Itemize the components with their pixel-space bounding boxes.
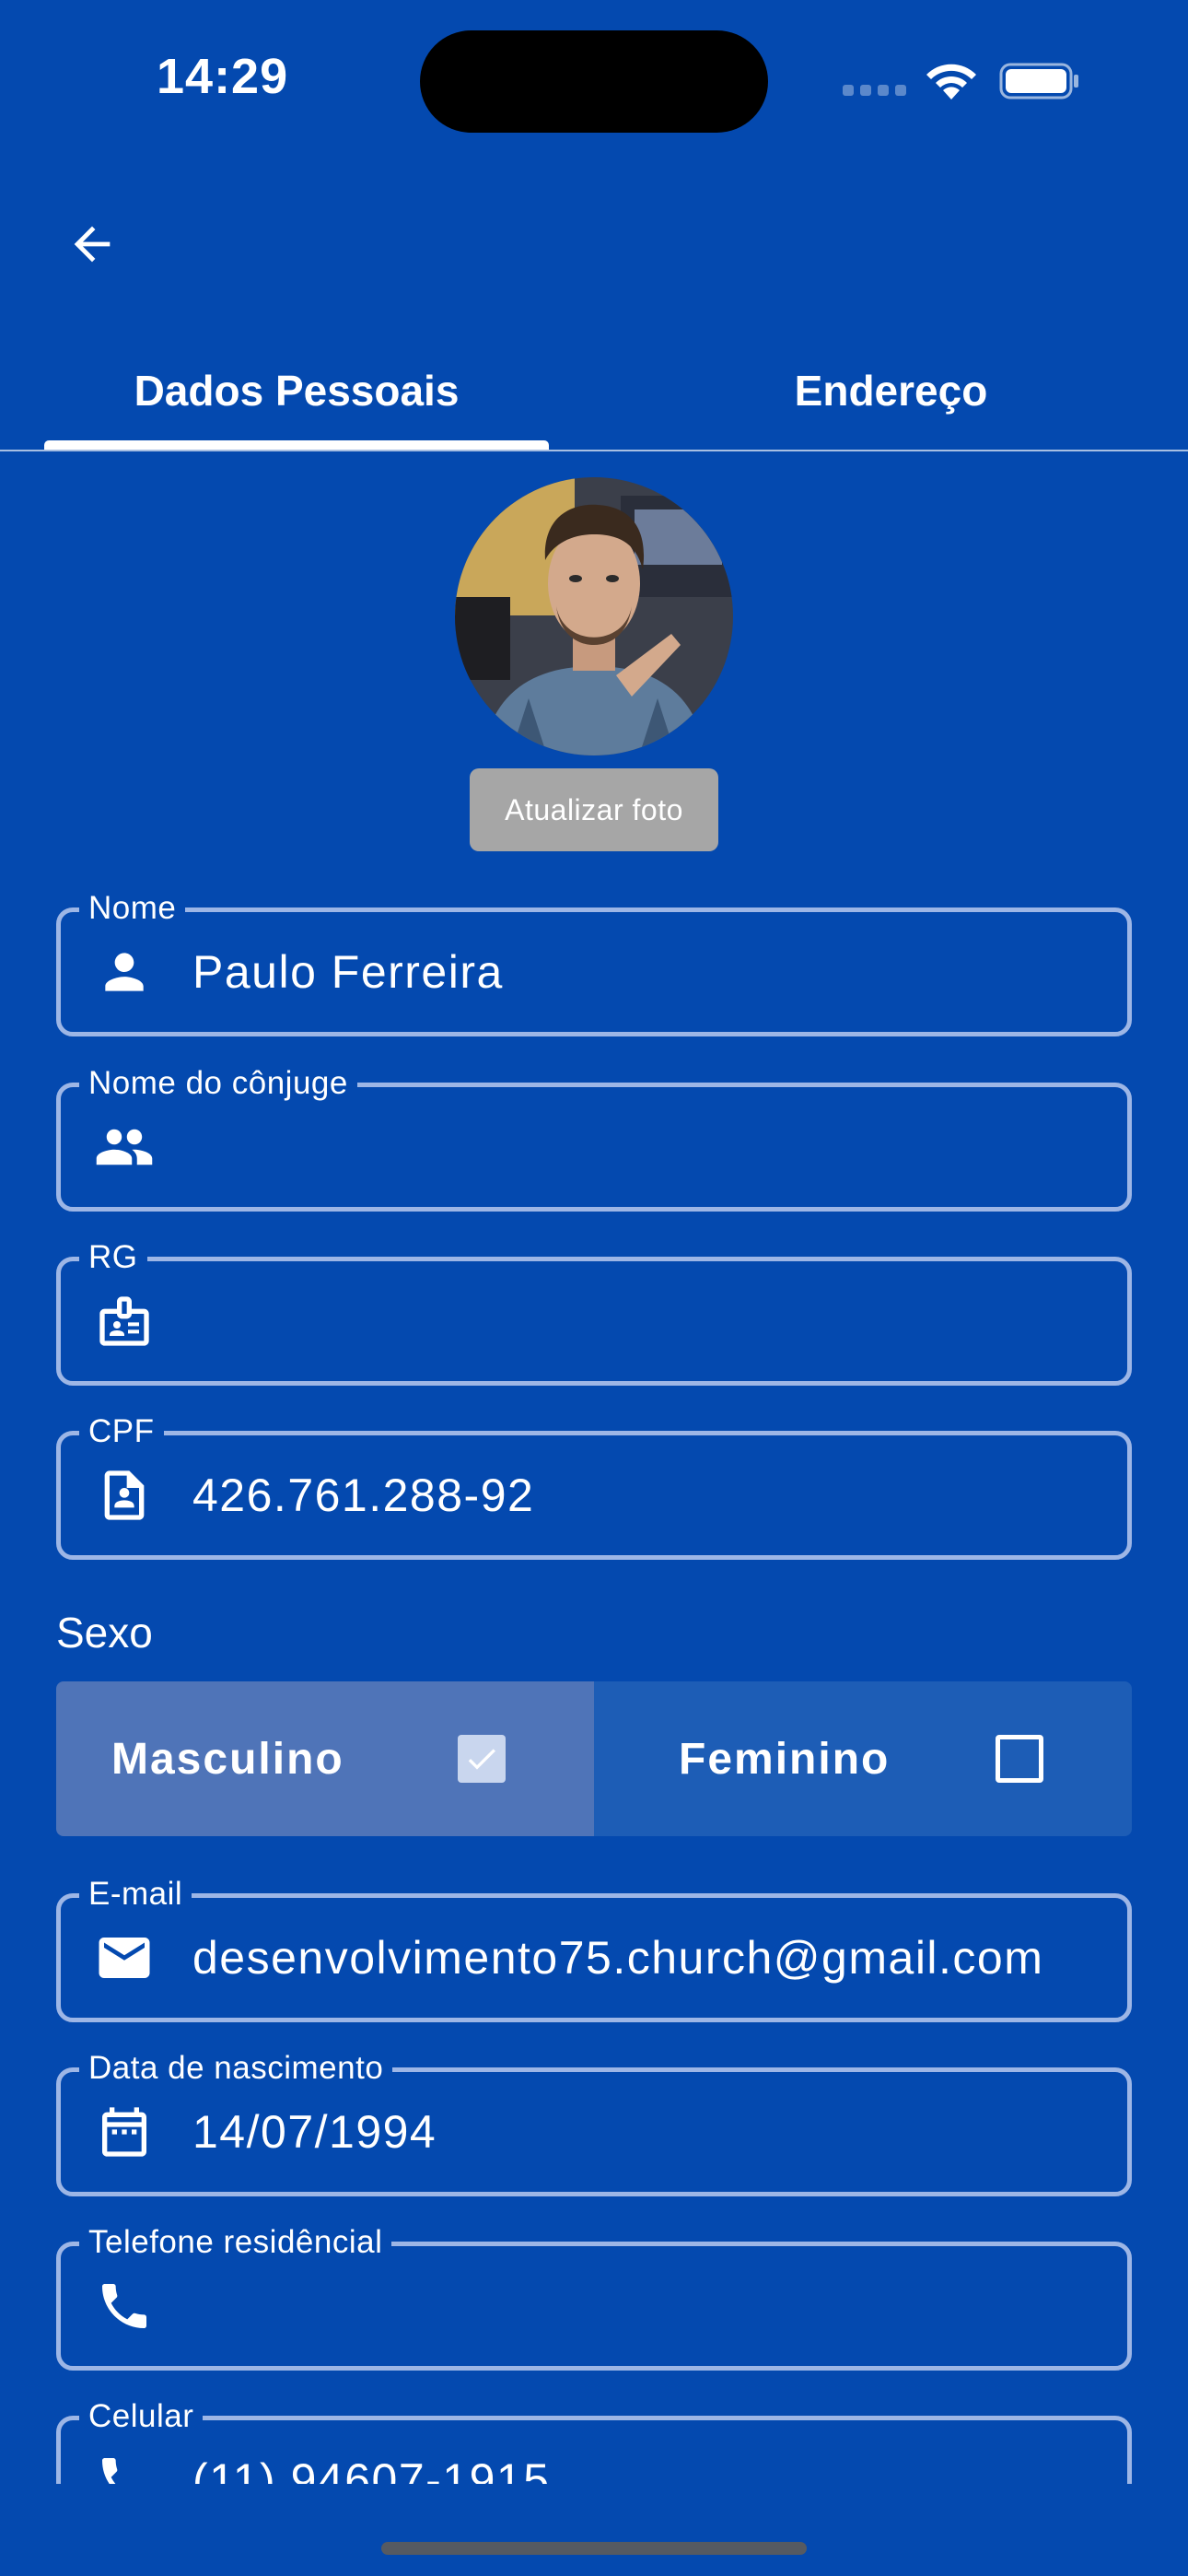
cpf-label: CPF xyxy=(79,1411,164,1452)
people-icon xyxy=(94,1117,155,1177)
tab-indicator xyxy=(44,440,549,450)
celular-field[interactable]: Celular (11) 94607-1915 xyxy=(56,2396,1132,2484)
masculino-checkbox[interactable] xyxy=(458,1735,506,1783)
conjuge-field[interactable]: Nome do cônjuge xyxy=(56,1063,1132,1212)
document-person-icon xyxy=(94,1465,155,1526)
update-photo-button[interactable]: Atualizar foto xyxy=(470,768,718,851)
wifi-icon xyxy=(926,64,976,100)
person-icon xyxy=(94,942,155,1002)
sexo-option-masculino[interactable]: Masculino xyxy=(56,1681,594,1836)
sexo-label: Sexo xyxy=(56,1609,153,1657)
rg-field[interactable]: RG xyxy=(56,1237,1132,1386)
mail-icon xyxy=(94,1927,155,1988)
phone-icon xyxy=(94,2450,155,2484)
masculino-label: Masculino xyxy=(111,1734,344,1784)
cpf-field[interactable]: CPF 426.761.288-92 xyxy=(56,1411,1132,1560)
rg-label: RG xyxy=(79,1237,147,1278)
sexo-selector: Masculino Feminino xyxy=(56,1681,1132,1836)
telefone-label: Telefone residêncial xyxy=(79,2222,392,2263)
email-value: desenvolvimento75.church@gmail.com xyxy=(192,1932,1044,1984)
telefone-field[interactable]: Telefone residêncial xyxy=(56,2222,1132,2371)
tab-dados-pessoais[interactable]: Dados Pessoais xyxy=(44,332,549,450)
id-badge-icon xyxy=(94,1291,155,1352)
profile-avatar[interactable] xyxy=(455,477,733,755)
feminino-label: Feminino xyxy=(679,1734,891,1784)
arrow-back-icon xyxy=(74,226,111,263)
celular-label: Celular xyxy=(79,2396,204,2437)
nome-field[interactable]: Nome Paulo Ferreira xyxy=(56,888,1132,1036)
sexo-option-feminino[interactable]: Feminino xyxy=(594,1681,1132,1836)
battery-icon xyxy=(999,63,1078,100)
celular-value: (11) 94607-1915 xyxy=(192,2454,551,2484)
scroll-clip: Celular (11) 94607-1915 xyxy=(0,2395,1188,2484)
nome-value: Paulo Ferreira xyxy=(192,946,504,998)
nome-label: Nome xyxy=(79,888,186,929)
feminino-checkbox[interactable] xyxy=(996,1735,1043,1783)
nascimento-field[interactable]: Data de nascimento 14/07/1994 xyxy=(56,2048,1132,2196)
conjuge-label: Nome do cônjuge xyxy=(79,1063,357,1104)
nascimento-value: 14/07/1994 xyxy=(192,2106,437,2158)
tab-endereco[interactable]: Endereço xyxy=(635,332,1147,450)
tab-bar: Dados Pessoais Endereço xyxy=(0,332,1188,451)
calendar-icon xyxy=(94,2102,155,2162)
home-indicator[interactable] xyxy=(381,2542,807,2555)
profile-photo xyxy=(455,477,733,755)
phone-icon xyxy=(94,2276,155,2336)
email-label: E-mail xyxy=(79,1874,192,1914)
status-time: 14:29 xyxy=(157,49,289,104)
cellular-signal-icon xyxy=(843,85,907,98)
screen: 14:29 Dados Pessoais Endereço Atualizar … xyxy=(0,0,1188,2576)
cpf-value: 426.761.288-92 xyxy=(192,1469,535,1521)
dynamic-island xyxy=(420,30,768,133)
email-field[interactable]: E-mail desenvolvimento75.church@gmail.co… xyxy=(56,1874,1132,2022)
check-icon xyxy=(468,1749,495,1770)
back-button[interactable] xyxy=(55,207,129,281)
